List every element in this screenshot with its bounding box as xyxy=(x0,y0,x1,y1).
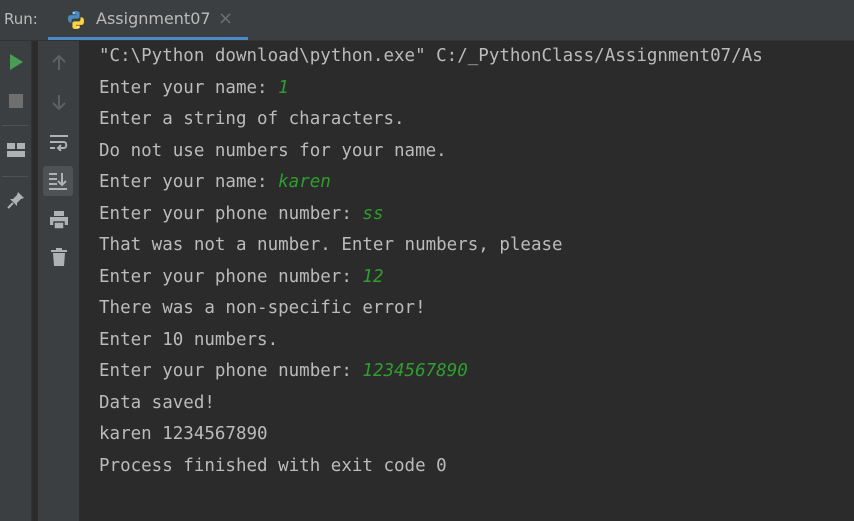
trash-icon[interactable] xyxy=(46,244,72,270)
line-text: That was not a number. Enter numbers, pl… xyxy=(99,235,563,255)
user-input: ss xyxy=(362,204,384,224)
pin-icon[interactable] xyxy=(3,187,29,213)
line-text: Enter your phone number: xyxy=(99,361,363,381)
line-text: karen 1234567890 xyxy=(99,424,268,444)
console-line: There was a non-specific error! xyxy=(99,297,426,319)
scroll-to-end-icon[interactable] xyxy=(43,166,73,196)
layout-icon[interactable] xyxy=(3,137,29,163)
console-line: Enter a string of characters. xyxy=(99,108,405,130)
user-input: 12 xyxy=(362,267,384,287)
down-arrow-icon[interactable] xyxy=(46,89,72,115)
line-text: "C:\Python download\python.exe" C:/_Pyth… xyxy=(99,46,763,66)
run-label: Run: xyxy=(4,10,38,28)
run-actions-toolbar xyxy=(0,41,32,521)
console-line: Enter 10 numbers. xyxy=(99,329,278,351)
console-line: karen 1234567890 xyxy=(99,423,268,445)
tab-assignment07[interactable]: Assignment07 × xyxy=(48,0,248,40)
line-text: Enter 10 numbers. xyxy=(99,330,279,350)
line-text: There was a non-specific error! xyxy=(99,298,426,318)
toolbar-divider xyxy=(2,176,28,177)
line-text: Enter your name: xyxy=(99,172,279,192)
close-icon[interactable]: × xyxy=(218,8,233,29)
console-line: Enter your name: 1 xyxy=(99,77,289,99)
line-text: Enter a string of characters. xyxy=(99,109,405,129)
print-icon[interactable] xyxy=(46,207,72,233)
console-line: Process finished with exit code 0 xyxy=(99,455,447,477)
line-text: Process finished with exit code 0 xyxy=(99,456,447,476)
user-input: 1234567890 xyxy=(362,361,468,381)
stop-icon[interactable] xyxy=(3,88,29,114)
line-text: Enter your phone number: xyxy=(99,267,363,287)
console-line: Enter your phone number: 1234567890 xyxy=(99,360,468,382)
console-line: That was not a number. Enter numbers, pl… xyxy=(99,234,563,256)
console-line: Enter your phone number: ss xyxy=(99,203,383,225)
console-line: Data saved! xyxy=(99,392,215,414)
python-icon xyxy=(66,10,86,30)
run-tab-bar: Run: Assignment07 × xyxy=(0,0,854,41)
up-arrow-icon[interactable] xyxy=(46,50,72,76)
line-text: Data saved! xyxy=(99,393,215,413)
console-actions-toolbar xyxy=(38,41,80,521)
user-input: 1 xyxy=(278,78,289,98)
run-tool-window: Run: Assignment07 × "C:\Python download\… xyxy=(0,0,854,521)
console-output[interactable]: "C:\Python download\python.exe" C:/_Pyth… xyxy=(80,41,854,521)
line-text: Do not use numbers for your name. xyxy=(99,141,447,161)
user-input: karen xyxy=(278,172,331,192)
line-text: Enter your phone number: xyxy=(99,204,363,224)
console-line: Enter your name: karen xyxy=(99,171,331,193)
tab-title: Assignment07 xyxy=(96,9,211,28)
soft-wrap-icon[interactable] xyxy=(46,129,72,155)
console-line: "C:\Python download\python.exe" C:/_Pyth… xyxy=(99,45,763,67)
line-text: Enter your name: xyxy=(99,78,279,98)
rerun-icon[interactable] xyxy=(3,49,29,75)
console-line: Enter your phone number: 12 xyxy=(99,266,383,288)
console-line: Do not use numbers for your name. xyxy=(99,140,447,162)
toolbar-divider xyxy=(2,125,28,126)
